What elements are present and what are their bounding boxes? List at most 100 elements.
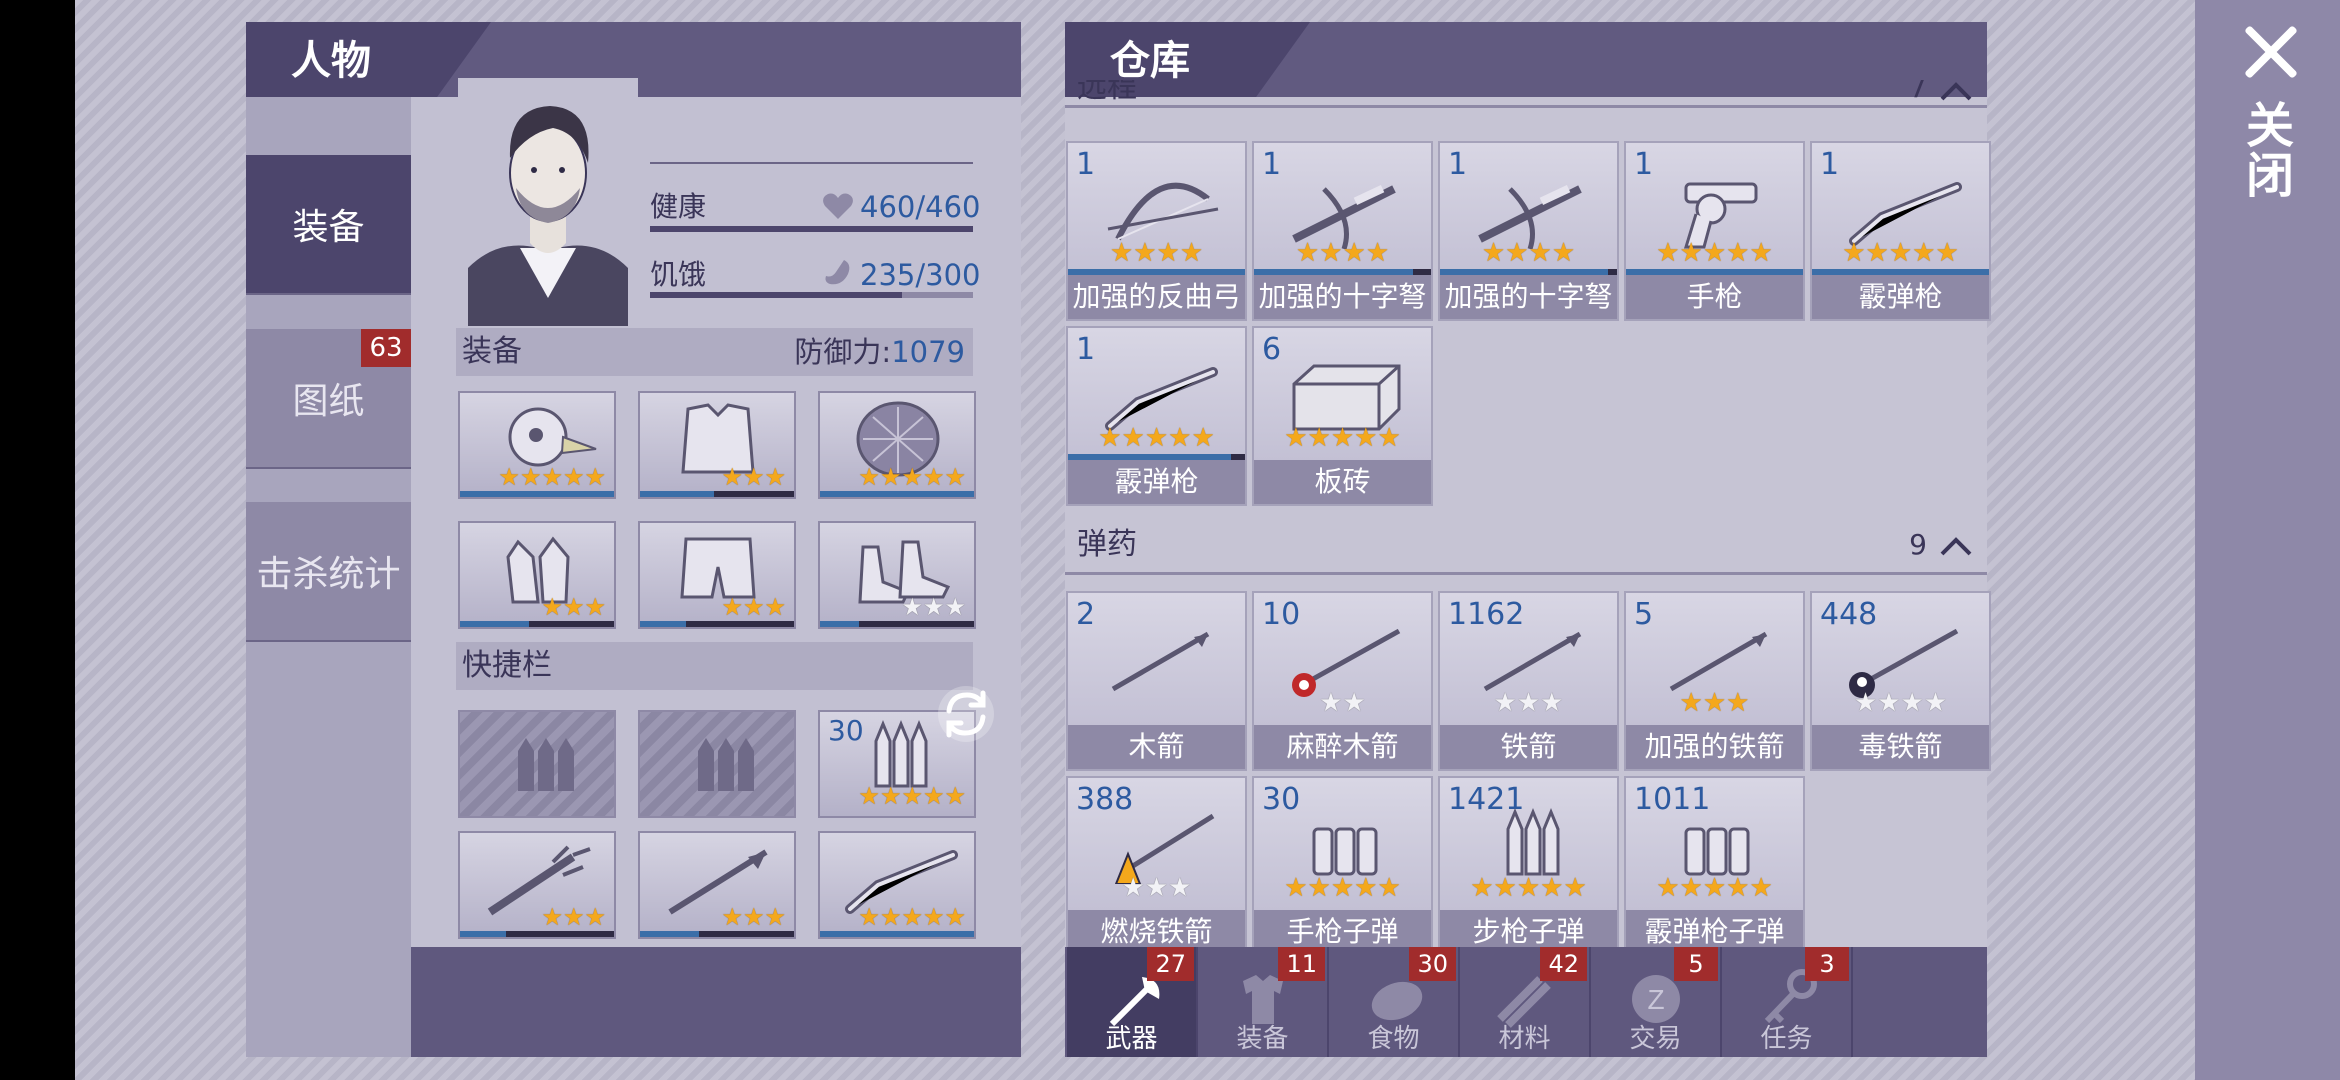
warehouse-item[interactable]: 1 ★★★★ 加强的反曲弓 (1066, 141, 1247, 321)
star-filled-icon: ★ (721, 903, 743, 931)
item-count: 1 (1262, 147, 1282, 182)
star-empty-icon: ★ (1877, 688, 1901, 718)
poison-arrow-icon (1849, 628, 1959, 698)
warehouse-item[interactable]: 1 ★★★★ 加强的十字弩 (1252, 141, 1433, 321)
star-filled-icon: ★ (1528, 238, 1552, 268)
warehouse-item[interactable]: 6 ★★★★★ 板砖 (1252, 326, 1433, 506)
equipment-slot[interactable]: ★★★ (638, 521, 796, 629)
warehouse-item[interactable]: 388 ★★★ 燃烧铁箭 (1066, 776, 1247, 956)
close-label[interactable]: 关闭 (2237, 100, 2300, 200)
star-filled-icon: ★ (901, 463, 923, 491)
star-filled-icon: ★ (858, 463, 880, 491)
category-ranged[interactable]: 远程 7 (1065, 80, 1987, 108)
tab-count-badge: 3 (1805, 947, 1849, 981)
warehouse-item[interactable]: 5 ★★★ 加强的铁箭 (1624, 591, 1805, 771)
item-count: 6 (1262, 332, 1282, 367)
warehouse-item[interactable]: 448 ★★★★ 毒铁箭 (1810, 591, 1991, 771)
star-filled-icon: ★ (1702, 873, 1727, 903)
warehouse-item[interactable]: 30 ★★★★★ 手枪子弹 (1252, 776, 1433, 956)
warehouse-tab-5[interactable]: Z 5 交易 (1591, 947, 1722, 1057)
star-filled-icon: ★ (879, 782, 902, 810)
side-tab-1[interactable]: 装备 (246, 155, 411, 295)
star-filled-icon: ★ (1656, 238, 1680, 268)
side-tab-label: 装备 (292, 207, 365, 248)
star-rating: ★★★★★ (1470, 873, 1587, 903)
quickbar-slot[interactable]: ★★★ (638, 831, 796, 939)
quickbar-slot[interactable] (638, 710, 796, 818)
side-tab-3[interactable]: 击杀统计 (246, 502, 411, 642)
character-panel-footer (411, 947, 1021, 1057)
quickbar-slot[interactable]: ★★★ (458, 831, 616, 939)
star-filled-icon: ★ (1284, 873, 1308, 903)
item-count: 1 (1076, 332, 1096, 367)
star-filled-icon: ★ (922, 903, 945, 931)
health-bar (650, 226, 973, 232)
item-count: 2 (1076, 597, 1096, 632)
star-empty-icon: ★ (1516, 688, 1541, 718)
warehouse-item[interactable]: 1 ★★★★★ 手枪 (1624, 141, 1805, 321)
star-filled-icon: ★ (1481, 238, 1506, 268)
warehouse-tab-1[interactable]: 27 武器 (1067, 947, 1198, 1057)
shotgun-shells-icon (1684, 827, 1750, 876)
health-label: 健康 (650, 190, 707, 223)
equipment-slot[interactable]: ★★★ (458, 521, 616, 629)
equipment-slot[interactable]: ★★★★★ (818, 391, 976, 499)
star-filled-icon: ★ (1516, 873, 1541, 903)
star-rating: ★★★ (721, 465, 786, 489)
quickbar-slot[interactable]: ★★★★★ (818, 831, 976, 939)
warehouse-item[interactable]: 1 ★★★★★ 霰弹枪 (1066, 326, 1247, 506)
equipment-slot[interactable]: ★★★ (818, 521, 976, 629)
empty-ammo-slot-icon (698, 738, 754, 791)
refresh-icon[interactable] (935, 683, 997, 745)
warehouse-item[interactable]: 1011 ★★★★★ 霰弹枪子弹 (1624, 776, 1805, 956)
star-filled-icon: ★ (1179, 238, 1204, 268)
star-filled-icon: ★ (584, 903, 606, 931)
warehouse-tab-4[interactable]: 42 材料 (1460, 947, 1591, 1057)
star-rating: ★★★ (721, 595, 786, 619)
warehouse-item[interactable]: 1162 ★★★ 铁箭 (1438, 591, 1619, 771)
star-filled-icon: ★ (944, 903, 966, 931)
star-rating: ★★★ (901, 595, 966, 619)
equipment-slot[interactable]: ★★★★★ (458, 391, 616, 499)
letterbox (0, 0, 75, 1080)
warehouse-item[interactable]: 10 ★★ 麻醉木箭 (1252, 591, 1433, 771)
pistol-bullets-icon (1312, 827, 1378, 876)
side-tab-badge: 63 (361, 329, 411, 367)
tab-count-badge: 11 (1278, 947, 1325, 981)
warehouse-tab-2[interactable]: 11 装备 (1198, 947, 1329, 1057)
warehouse-item[interactable]: 1 ★★★★★ 霰弹枪 (1810, 141, 1991, 321)
quickbar-label: 快捷栏 (462, 648, 552, 683)
star-rating: ★★★★ (1109, 238, 1204, 268)
warehouse-tab-3[interactable]: 30 食物 (1329, 947, 1460, 1057)
chevron-up-icon[interactable] (1939, 535, 1973, 557)
warehouse-item[interactable]: 1 ★★★★ 加强的十字弩 (1438, 141, 1619, 321)
quickbar-slot[interactable] (458, 710, 616, 818)
star-filled-icon: ★ (541, 463, 563, 491)
star-rating: ★★★★★ (858, 905, 966, 929)
tab-label: 交易 (1629, 1024, 1682, 1054)
warehouse-tab-6[interactable]: 3 任务 (1722, 947, 1853, 1057)
star-filled-icon: ★ (1749, 873, 1773, 903)
warehouse-item[interactable]: 2 木箭 (1066, 591, 1247, 771)
equipment-slot[interactable]: ★★★ (638, 391, 796, 499)
chevron-up-icon[interactable] (1939, 80, 1973, 102)
item-count: 1 (1448, 147, 1468, 182)
quickbar-count: 30 (828, 714, 864, 747)
side-tab-2[interactable]: 图纸 63 (246, 329, 411, 469)
durability-fill (460, 491, 614, 497)
star-filled-icon: ★ (1656, 873, 1680, 903)
category-ammo[interactable]: 弹药 9 (1065, 515, 1987, 575)
hunger-bar-fill (650, 292, 902, 298)
star-filled-icon: ★ (1109, 238, 1134, 268)
item-name: 毒铁箭 (1812, 725, 1989, 769)
close-icon[interactable] (2240, 22, 2300, 82)
durability-bar (640, 491, 794, 497)
star-filled-icon: ★ (922, 463, 945, 491)
star-filled-icon: ★ (519, 463, 542, 491)
tranquilizer-arrow-icon (1292, 628, 1401, 697)
shotgun-icon (1849, 182, 1962, 246)
durability-fill (820, 931, 974, 937)
star-rating: ★★★ (721, 905, 786, 929)
warehouse-item[interactable]: 1421 ★★★★★ 步枪子弹 (1438, 776, 1619, 956)
star-filled-icon: ★ (1284, 423, 1308, 453)
